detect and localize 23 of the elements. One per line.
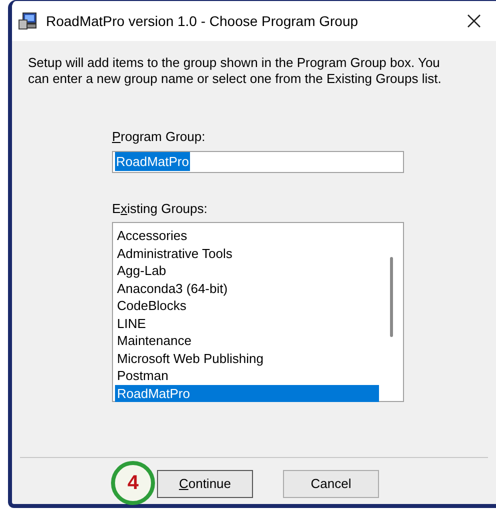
list-item[interactable]: LINE [115,314,379,332]
list-label: Existing Groups: [112,200,208,218]
list-item[interactable]: Administrative Tools [115,244,379,262]
scrollbar-thumb[interactable] [390,257,392,337]
program-group-field[interactable]: RoadMatPro [112,150,404,172]
continue-button[interactable]: Continue [157,470,253,498]
close-icon [467,14,481,28]
window-title: RoadMatPro version 1.0 - Choose Program Group [46,12,360,31]
step-badge: 4 [111,461,155,505]
list-item[interactable]: Postman [115,367,379,384]
field-label: Program Group: [112,128,206,146]
field-value: RoadMatPro [115,152,190,172]
list-item[interactable]: Anaconda3 (64-bit) [115,280,379,297]
groups-listbox[interactable]: Accessories Administrative Tools Agg-Lab Anaconda3 (64-bit) CodeBlocks LINE Maintenance Microsoft Web Publishing Postman RoadMatPro [112,222,404,402]
description-text: Setup will add items to the group shown in the Program Group box. You can enter a new group name or select one from the Existing Groups list. [28,55,442,87]
list-item[interactable]: RoadMatPro [115,384,379,402]
computer-icon [18,12,38,30]
cancel-button[interactable]: Cancel [283,470,379,498]
list-item[interactable]: Agg-Lab [115,262,379,280]
list-item[interactable]: Microsoft Web Publishing [115,350,379,367]
list-item[interactable]: Maintenance [115,332,379,350]
list-item[interactable]: Accessories [115,227,379,244]
list-item[interactable]: CodeBlocks [115,297,379,314]
